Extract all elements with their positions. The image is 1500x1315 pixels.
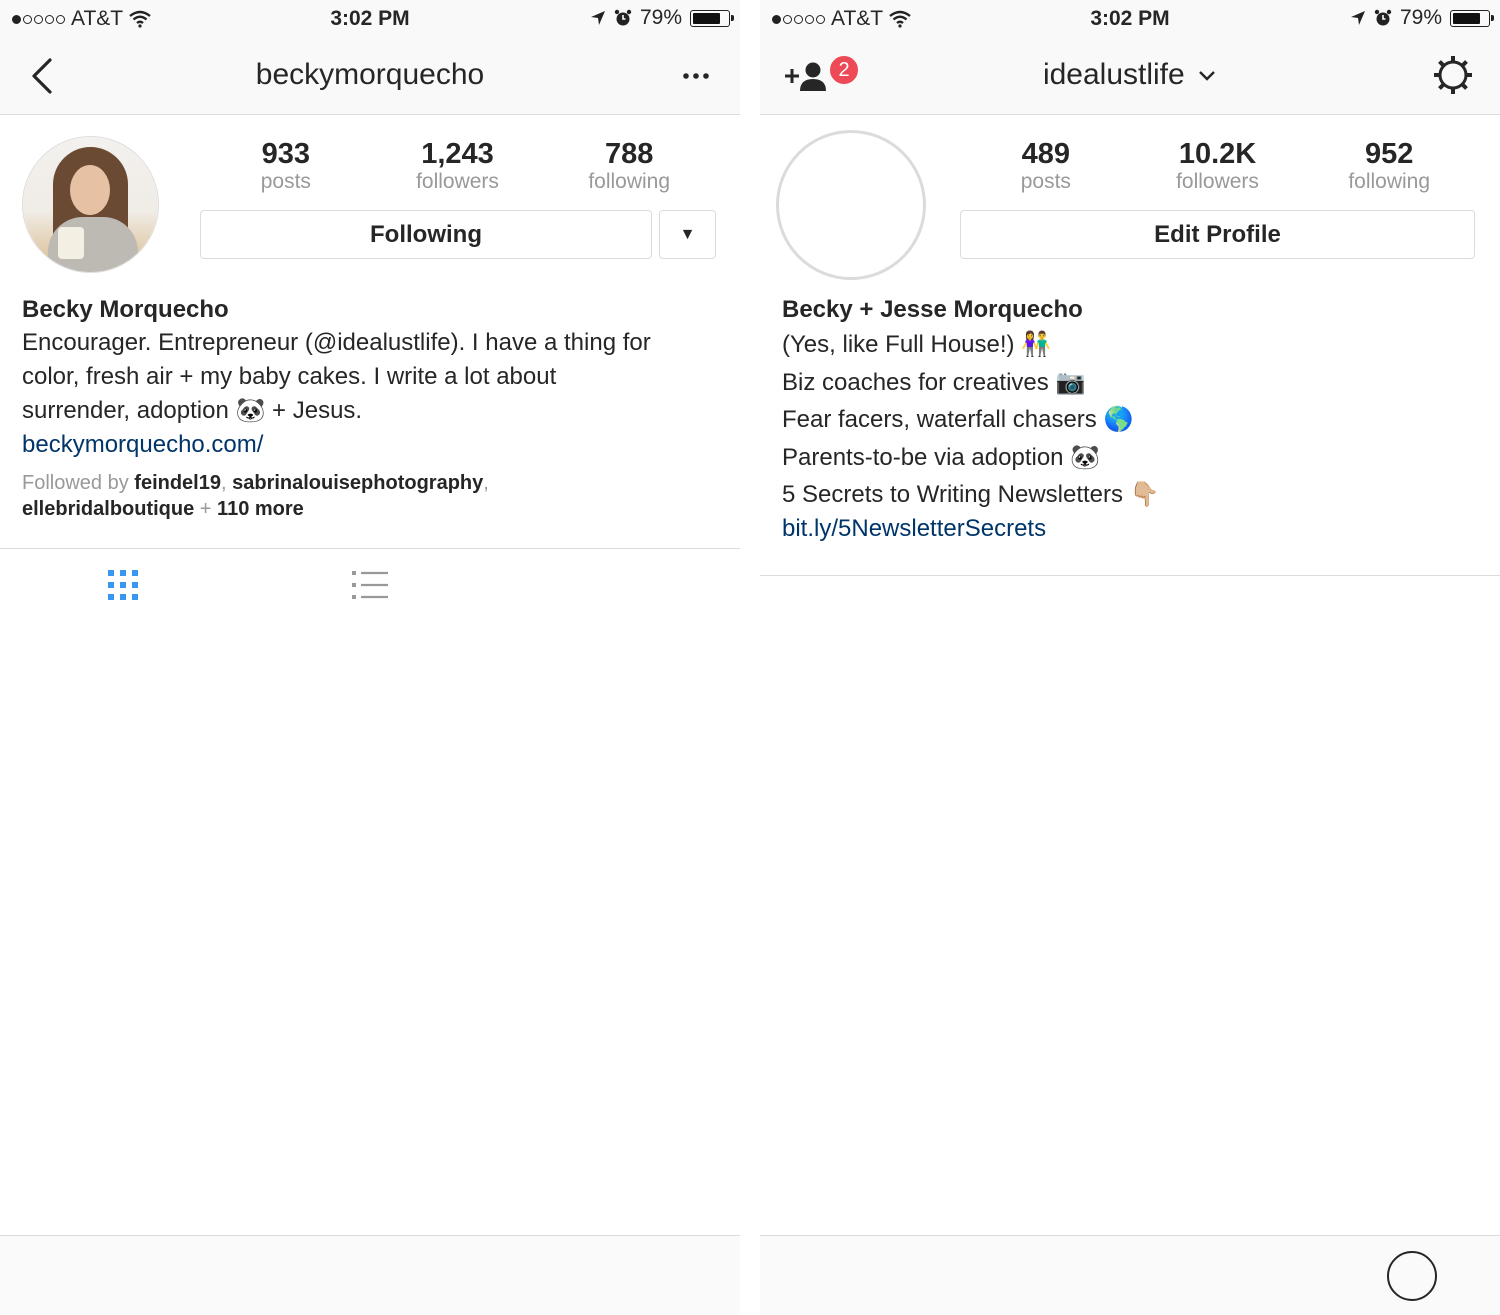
navigation-bar: beckymorquecho	[0, 38, 740, 115]
chevron-down-icon	[1199, 71, 1215, 81]
battery-icon	[690, 9, 734, 27]
profile-stats: 933 posts 1,243 followers 788 following	[200, 138, 715, 193]
grid-icon	[106, 568, 140, 607]
status-bar: AT&T 3:02 PM 79%	[0, 0, 740, 38]
bottom-tab-bar	[0, 1235, 740, 1315]
tab-activity[interactable]	[481, 1246, 541, 1306]
following-label: following	[1348, 170, 1431, 193]
tab-saved[interactable]	[1315, 576, 1500, 653]
tab-new-post[interactable]	[1100, 1246, 1160, 1306]
bio-line: Encourager. Entrepreneur (@idealustlife)…	[22, 329, 651, 356]
followed-by-more[interactable]: 110 more	[217, 498, 304, 520]
list-icon	[351, 568, 389, 607]
follower-username[interactable]: ellebridalboutique	[22, 498, 194, 520]
tab-home[interactable]	[818, 1246, 878, 1306]
location-arrow-icon	[590, 11, 605, 25]
website-link[interactable]: bit.ly/5NewsletterSecrets	[782, 514, 1482, 544]
profile-name: Becky Morquecho	[22, 296, 229, 323]
followers-count: 1,243	[421, 138, 494, 170]
tab-profile[interactable]	[622, 1246, 682, 1306]
tab-list[interactable]	[945, 576, 1130, 653]
tab-search[interactable]	[959, 1246, 1019, 1306]
tab-search[interactable]	[199, 1246, 259, 1306]
profile-photo	[23, 137, 158, 272]
stat-posts[interactable]: 933 posts	[200, 138, 372, 193]
ellipsis-icon	[683, 73, 709, 79]
followers-label: followers	[1176, 170, 1259, 193]
stat-following[interactable]: 952 following	[1303, 138, 1475, 193]
right-profile-screen: AT&T 3:02 PM 79% 2 idealustlife 489 post…	[760, 0, 1500, 1315]
bio-line: surrender, adoption 🐼 + Jesus.	[22, 397, 363, 424]
tab-home[interactable]	[58, 1246, 118, 1306]
profile-bio: Becky + Jesse Morquecho (Yes, like Full …	[782, 294, 1482, 544]
profile-tabs	[0, 548, 740, 626]
alarm-icon	[614, 9, 632, 26]
tab-list[interactable]	[247, 549, 494, 626]
left-profile-screen: AT&T 3:02 PM 79% beckymorquecho 933 posts…	[0, 0, 740, 1315]
tab-grid[interactable]	[0, 549, 247, 626]
followers-count: 10.2K	[1178, 138, 1257, 170]
navigation-bar: 2 idealustlife	[760, 38, 1500, 115]
profile-stats: 489 posts 10.2K followers 952 following	[960, 138, 1475, 193]
bio-line: color, fresh air + my baby cakes. I writ…	[22, 363, 557, 390]
following-label: following	[588, 170, 671, 193]
profile-tabs	[760, 575, 1500, 653]
settings-button[interactable]	[1432, 54, 1474, 101]
tab-activity[interactable]	[1241, 1246, 1301, 1306]
profile-name: Becky + Jesse Morquecho	[782, 296, 1083, 323]
stat-followers[interactable]: 10.2K followers	[1132, 138, 1304, 193]
followed-by[interactable]: Followed by feindel19, sabrinalouisephot…	[22, 470, 722, 522]
profile-active-ring	[1386, 1250, 1437, 1301]
profile-avatar[interactable]	[776, 130, 926, 280]
stat-posts[interactable]: 489 posts	[960, 138, 1132, 193]
website-link[interactable]: beckymorquecho.com/	[22, 428, 722, 462]
profile-avatar[interactable]	[22, 136, 159, 273]
caret-down-icon: ▼	[679, 225, 696, 243]
suggestions-dropdown-button[interactable]: ▼	[659, 210, 716, 259]
edit-profile-button[interactable]: Edit Profile	[960, 210, 1475, 259]
tab-tagged[interactable]	[1130, 576, 1315, 653]
posts-label: posts	[260, 170, 311, 193]
stat-following[interactable]: 788 following	[543, 138, 715, 193]
page-title: idealustlife	[1042, 58, 1185, 91]
posts-label: posts	[1020, 170, 1071, 193]
tab-new-post[interactable]	[340, 1246, 400, 1306]
profile-mini-avatar	[1391, 1255, 1433, 1297]
following-count: 952	[1364, 138, 1414, 170]
tab-tagged[interactable]	[493, 549, 740, 626]
more-options-button[interactable]	[682, 68, 710, 86]
alarm-icon	[1374, 9, 1392, 26]
status-icons: 79%	[590, 6, 734, 30]
following-button[interactable]: Following	[200, 210, 652, 259]
battery-percent: 79%	[1399, 6, 1442, 29]
bio-line: Fear facers, waterfall chasers 🌎	[782, 406, 1134, 433]
bio-line: Biz coaches for creatives 📷	[782, 368, 1086, 396]
follower-username[interactable]: feindel19	[134, 472, 221, 494]
status-icons: 79%	[1350, 6, 1494, 30]
bio-line: Parents-to-be via adoption 🐼	[782, 443, 1101, 471]
status-bar: AT&T 3:02 PM 79%	[760, 0, 1500, 38]
follower-username[interactable]: sabrinalouisephotography	[232, 472, 483, 494]
battery-icon	[1450, 9, 1494, 27]
account-switcher[interactable]: idealustlife	[760, 58, 1500, 92]
tab-profile[interactable]	[1382, 1246, 1442, 1306]
bottom-tab-bar	[760, 1235, 1500, 1315]
location-arrow-icon	[1350, 11, 1365, 25]
followers-label: followers	[416, 170, 499, 193]
posts-count: 933	[261, 138, 311, 170]
battery-percent: 79%	[639, 6, 682, 29]
bio-line: (Yes, like Full House!) 👫	[782, 331, 1052, 358]
gear-icon	[1434, 56, 1472, 94]
profile-mini-avatar	[631, 1255, 673, 1297]
profile-bio: Becky Morquecho Encourager. Entrepreneur…	[22, 294, 722, 522]
following-count: 788	[604, 138, 654, 170]
followed-by-prefix: Followed by	[22, 472, 129, 494]
page-title: beckymorquecho	[255, 58, 485, 91]
bio-line: 5 Secrets to Writing Newsletters 👇🏼	[782, 481, 1160, 508]
tab-grid[interactable]	[760, 576, 945, 653]
stat-followers[interactable]: 1,243 followers	[372, 138, 544, 193]
profile-photo	[784, 138, 918, 272]
posts-count: 489	[1021, 138, 1071, 170]
